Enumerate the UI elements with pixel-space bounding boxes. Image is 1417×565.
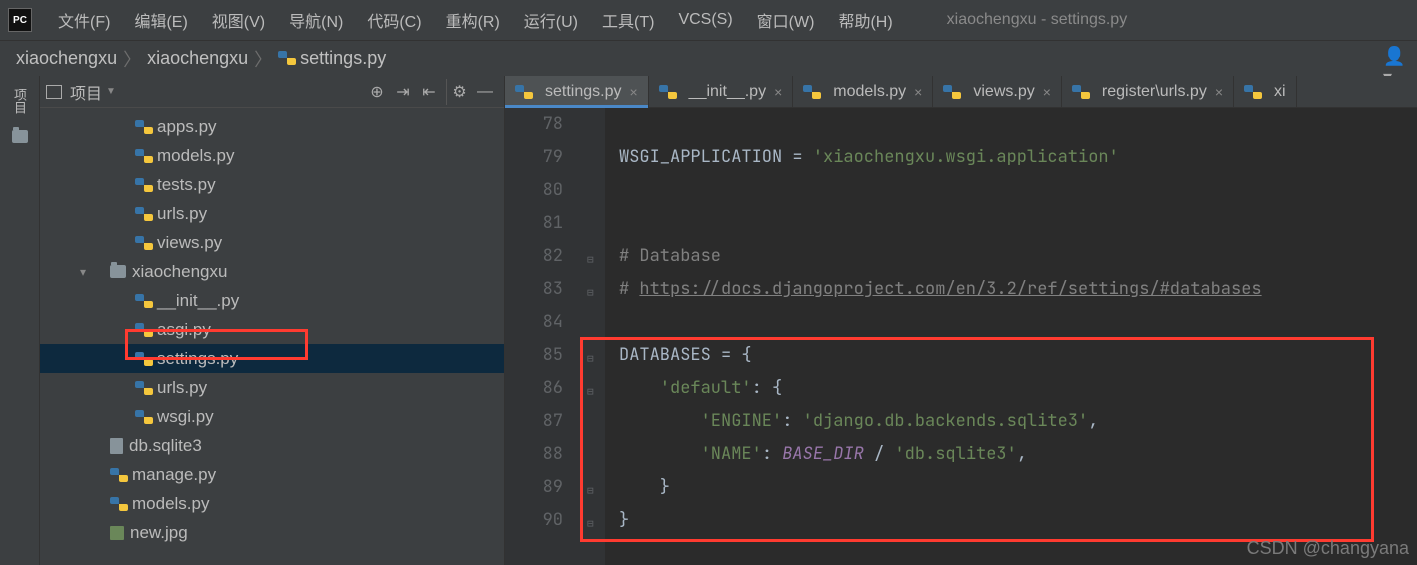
close-icon[interactable]: × xyxy=(629,84,637,100)
breadcrumb-item[interactable]: settings.py xyxy=(272,48,392,69)
collapse-all-icon[interactable]: ⇤ xyxy=(416,79,442,105)
python-icon xyxy=(803,84,821,100)
close-icon[interactable]: × xyxy=(774,84,782,100)
python-icon xyxy=(278,50,296,66)
tool-window-bar: 项目 xyxy=(0,76,40,565)
python-icon xyxy=(1244,84,1262,100)
folder-icon xyxy=(110,265,126,278)
fold-marker-icon[interactable]: ⊟ xyxy=(587,376,594,409)
tree-item[interactable]: views.py xyxy=(40,228,504,257)
close-icon[interactable]: × xyxy=(914,84,922,100)
editor-tab-active[interactable]: settings.py× xyxy=(505,76,649,107)
file-icon xyxy=(110,438,123,454)
project-view-icon xyxy=(46,85,62,99)
fold-marker-icon[interactable]: ⊟ xyxy=(587,277,594,310)
menu-edit[interactable]: 编辑(E) xyxy=(124,4,197,36)
editor-tab[interactable]: models.py× xyxy=(793,76,933,107)
close-icon[interactable]: × xyxy=(1043,84,1051,100)
python-icon xyxy=(135,409,153,425)
python-icon xyxy=(135,148,153,164)
window-title: xiaochengxu - settings.py xyxy=(947,11,1128,29)
project-panel-header: 项目 ▼ ⊕ ⇥ ⇤ ⚙ — xyxy=(40,76,504,108)
editor-tab[interactable]: __init__.py× xyxy=(649,76,794,107)
fold-marker-icon[interactable]: ⊟ xyxy=(587,244,594,277)
python-icon xyxy=(515,84,533,100)
menu-help[interactable]: 帮助(H) xyxy=(828,4,902,36)
project-tool-button[interactable]: 项目 xyxy=(6,80,33,122)
watermark: CSDN @changyana xyxy=(1247,538,1409,559)
tree-item[interactable]: manage.py xyxy=(40,460,504,489)
settings-icon[interactable]: ⚙ xyxy=(446,79,472,105)
tree-item[interactable]: db.sqlite3 xyxy=(40,431,504,460)
python-icon xyxy=(135,119,153,135)
python-icon xyxy=(135,235,153,251)
menu-code[interactable]: 代码(C) xyxy=(357,4,431,36)
breadcrumb-item[interactable]: xiaochengxu xyxy=(10,48,123,69)
chevron-right-icon: 〉 xyxy=(123,46,141,72)
project-panel-title[interactable]: 项目 xyxy=(70,80,102,104)
line-number-gutter: 78798081828384858687888990 xyxy=(505,108,585,565)
menu-navigate[interactable]: 导航(N) xyxy=(279,4,353,36)
python-icon xyxy=(135,380,153,396)
chevron-right-icon: 〉 xyxy=(254,46,272,72)
files-tool-icon[interactable] xyxy=(10,126,30,146)
python-icon xyxy=(135,293,153,309)
select-opened-file-icon[interactable]: ⊕ xyxy=(364,79,390,105)
tree-folder[interactable]: ▾xiaochengxu xyxy=(40,257,504,286)
menu-file[interactable]: 文件(F) xyxy=(48,4,120,36)
tree-item[interactable]: new.jpg xyxy=(40,518,504,547)
tree-item[interactable]: __init__.py xyxy=(40,286,504,315)
chevron-down-icon[interactable]: ▼ xyxy=(106,86,116,97)
python-icon xyxy=(1072,84,1090,100)
tree-item[interactable]: models.py xyxy=(40,141,504,170)
fold-marker-icon[interactable]: ⊟ xyxy=(587,475,594,508)
tree-item[interactable]: asgi.py xyxy=(40,315,504,344)
editor-tabs: settings.py× __init__.py× models.py× vie… xyxy=(505,76,1417,108)
editor-tab[interactable]: xi xyxy=(1234,76,1297,107)
expand-all-icon[interactable]: ⇥ xyxy=(390,79,416,105)
menu-vcs[interactable]: VCS(S) xyxy=(668,7,742,33)
python-icon xyxy=(135,177,153,193)
tree-item[interactable]: models.py xyxy=(40,489,504,518)
python-icon xyxy=(943,84,961,100)
app-logo: PC xyxy=(8,8,32,32)
hide-panel-icon[interactable]: — xyxy=(472,79,498,105)
code-editor[interactable]: 78798081828384858687888990 ⊟ ⊟ ⊟ ⊟ ⊟ ⊟ W… xyxy=(505,108,1417,565)
menu-tools[interactable]: 工具(T) xyxy=(592,4,664,36)
image-icon xyxy=(110,526,124,540)
chevron-down-icon[interactable]: ▾ xyxy=(80,265,86,279)
menu-view[interactable]: 视图(V) xyxy=(202,4,275,36)
tree-item[interactable]: tests.py xyxy=(40,170,504,199)
menu-run[interactable]: 运行(U) xyxy=(514,4,588,36)
code-content[interactable]: WSGI_APPLICATION = 'xiaochengxu.wsgi.app… xyxy=(605,108,1417,565)
python-icon xyxy=(110,496,128,512)
close-icon[interactable]: × xyxy=(1215,84,1223,100)
menu-window[interactable]: 窗口(W) xyxy=(747,4,825,36)
tree-item[interactable]: wsgi.py xyxy=(40,402,504,431)
python-icon xyxy=(135,206,153,222)
breadcrumb-item[interactable]: xiaochengxu xyxy=(141,48,254,69)
editor-tab[interactable]: views.py× xyxy=(933,76,1062,107)
python-icon xyxy=(135,322,153,338)
fold-marker-icon[interactable]: ⊟ xyxy=(587,508,594,541)
tree-item[interactable]: urls.py xyxy=(40,199,504,228)
user-menu-icon[interactable]: 👤▾ xyxy=(1383,46,1407,66)
editor-tab[interactable]: register\urls.py× xyxy=(1062,76,1234,107)
project-tree[interactable]: apps.py models.py tests.py urls.py views… xyxy=(40,108,504,565)
fold-marker-icon[interactable]: ⊟ xyxy=(587,343,594,376)
menu-bar: PC 文件(F) 编辑(E) 视图(V) 导航(N) 代码(C) 重构(R) 运… xyxy=(0,0,1417,40)
python-icon xyxy=(135,351,153,367)
python-icon xyxy=(110,467,128,483)
breadcrumb: xiaochengxu 〉 xiaochengxu 〉 settings.py xyxy=(0,40,1417,76)
tree-item-selected[interactable]: settings.py xyxy=(40,344,504,373)
tree-item[interactable]: apps.py xyxy=(40,112,504,141)
fold-gutter: ⊟ ⊟ ⊟ ⊟ ⊟ ⊟ xyxy=(585,108,605,565)
editor-area: settings.py× __init__.py× models.py× vie… xyxy=(505,76,1417,565)
python-icon xyxy=(659,84,677,100)
tree-item[interactable]: urls.py xyxy=(40,373,504,402)
project-panel: 项目 ▼ ⊕ ⇥ ⇤ ⚙ — apps.py models.py tests.p… xyxy=(40,76,505,565)
menu-refactor[interactable]: 重构(R) xyxy=(436,4,510,36)
